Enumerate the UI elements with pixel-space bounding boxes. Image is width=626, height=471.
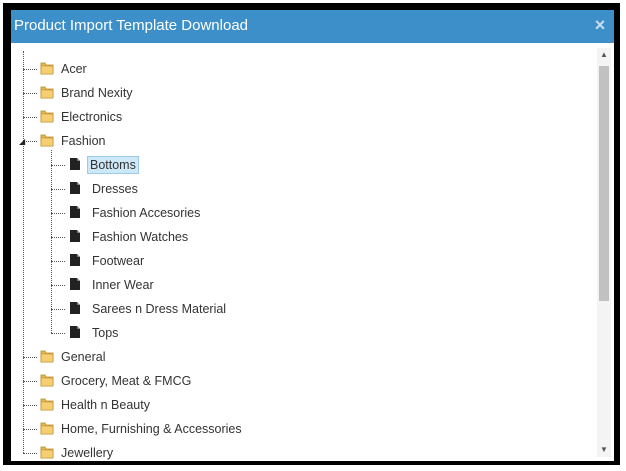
tree-node-subcategory[interactable]: Bottoms [11, 154, 571, 176]
expand-toggle-icon[interactable]: ◢ [19, 137, 29, 147]
tree-node-label[interactable]: Bottoms [87, 156, 139, 174]
tree-connector-line [23, 93, 37, 94]
folder-icon [39, 108, 55, 124]
tree-connector-line [51, 333, 65, 334]
tree-node-label[interactable]: Grocery, Meat & FMCG [58, 372, 194, 390]
tree-node-label[interactable]: Jewellery [58, 444, 116, 461]
tree-connector-line [23, 381, 37, 382]
folder-icon [39, 396, 55, 412]
scrollbar-thumb[interactable] [599, 66, 609, 301]
tree-node-label[interactable]: Electronics [58, 108, 125, 126]
tree-node-label[interactable]: Sarees n Dress Material [89, 300, 229, 318]
tree-node-category[interactable]: General [11, 346, 571, 368]
tree-node-subcategory[interactable]: Sarees n Dress Material [11, 298, 571, 320]
tree-node-label[interactable]: Fashion Watches [89, 228, 191, 246]
tree-node-label[interactable]: Brand Nexity [58, 84, 136, 102]
tree-connector-line [51, 261, 65, 262]
dialog-title: Product Import Template Download [14, 17, 249, 34]
tree-connector-line [51, 213, 65, 214]
tree-connector-line [23, 429, 37, 430]
tree-node-label[interactable]: Footwear [89, 252, 147, 270]
folder-icon [39, 372, 55, 388]
tree-connector-line [51, 189, 65, 190]
folder-icon [39, 132, 55, 148]
tree-connector-line [51, 285, 65, 286]
scroll-up-arrow-icon[interactable]: ▲ [597, 48, 611, 62]
tree-node-category[interactable]: Acer [11, 58, 571, 80]
tree-connector-line [23, 117, 37, 118]
tree-node-label[interactable]: Home, Furnishing & Accessories [58, 420, 245, 438]
tree-node-label[interactable]: Inner Wear [89, 276, 157, 294]
tree-connector-line [51, 237, 65, 238]
tree-node-subcategory[interactable]: Fashion Accesories [11, 202, 571, 224]
tree-connector-line [23, 405, 37, 406]
folder-icon [39, 60, 55, 76]
tree-connector-line [23, 453, 37, 454]
file-icon [69, 301, 81, 315]
tree-node-label[interactable]: Dresses [89, 180, 141, 198]
import-template-dialog: Product Import Template Download × Acer B… [11, 10, 614, 461]
tree-node-category[interactable]: Health n Beauty [11, 394, 571, 416]
tree-connector-line [51, 165, 65, 166]
file-icon [69, 277, 81, 291]
tree-node-category[interactable]: Brand Nexity [11, 82, 571, 104]
tree-node-label[interactable]: Fashion Accesories [89, 204, 203, 222]
file-icon [69, 325, 81, 339]
folder-icon [39, 444, 55, 460]
tree-connector-line [23, 357, 37, 358]
tree-node-label[interactable]: Health n Beauty [58, 396, 153, 414]
close-icon[interactable]: × [592, 16, 608, 34]
tree-node-subcategory[interactable]: Inner Wear [11, 274, 571, 296]
folder-icon [39, 348, 55, 364]
file-icon [69, 181, 81, 195]
tree-node-category[interactable]: Electronics [11, 106, 571, 128]
tree-connector-line [51, 309, 65, 310]
tree-scrollbar[interactable]: ▲ ▼ [597, 48, 611, 457]
folder-icon [39, 84, 55, 100]
tree-node-category[interactable]: ◢ Fashion [11, 130, 571, 152]
file-icon [69, 157, 81, 171]
dialog-frame: Product Import Template Download × Acer B… [3, 3, 620, 465]
tree-node-subcategory[interactable]: Tops [11, 322, 571, 344]
tree-node-category[interactable]: Grocery, Meat & FMCG [11, 370, 571, 392]
file-icon [69, 205, 81, 219]
folder-icon [39, 420, 55, 436]
tree-node-label[interactable]: Tops [89, 324, 121, 342]
tree-node-label[interactable]: General [58, 348, 108, 366]
file-icon [69, 229, 81, 243]
tree-connector-line [23, 69, 37, 70]
tree-node-category[interactable]: Jewellery [11, 442, 571, 461]
file-icon [69, 253, 81, 267]
tree-node-category[interactable]: Home, Furnishing & Accessories [11, 418, 571, 440]
tree-node-label[interactable]: Fashion [58, 132, 108, 150]
dialog-titlebar[interactable]: Product Import Template Download × [11, 10, 614, 43]
tree-node-label[interactable]: Acer [58, 60, 90, 78]
scroll-down-arrow-icon[interactable]: ▼ [597, 443, 611, 457]
tree-node-subcategory[interactable]: Dresses [11, 178, 571, 200]
tree-node-subcategory[interactable]: Fashion Watches [11, 226, 571, 248]
category-tree: Acer Brand Nexity Electronics ◢ Fashion Botto… [11, 43, 586, 461]
tree-node-subcategory[interactable]: Footwear [11, 250, 571, 272]
